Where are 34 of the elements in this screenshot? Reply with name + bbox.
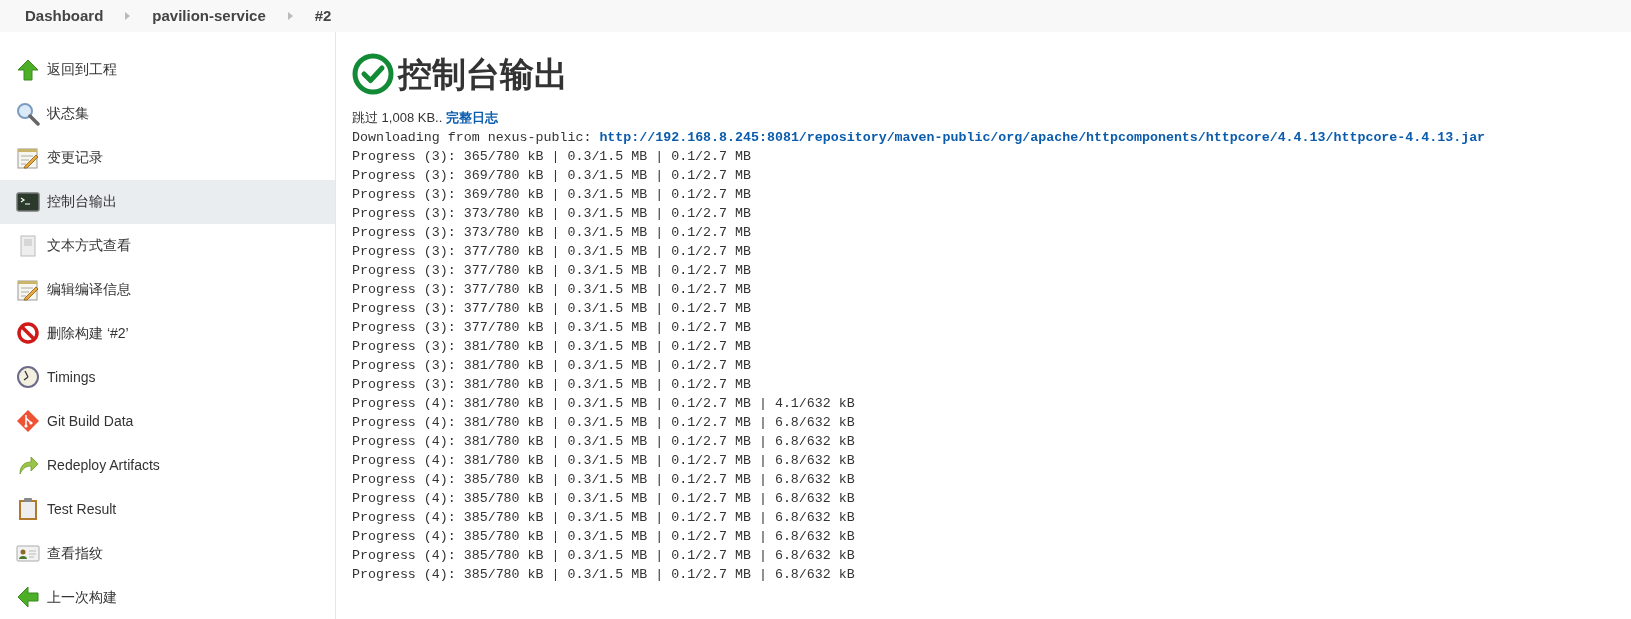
sidebar-item[interactable]: 变更记录 — [0, 135, 335, 180]
clock-icon — [16, 365, 40, 390]
sidebar-item[interactable]: Test Result — [0, 487, 335, 532]
console-output: Downloading from nexus-public: http://192.168.8.245:8081/repository/maven-public/org/apache/httpcomponents/httpcore/4.4.13/httpcore-4.4.13.jar Progress (3): 365/780 kB | 0.3/1.5 MB | 0.1/2.7 MB Progress (3): 369/780 kB | 0.3/1.5 MB | 0.1/2.7 MB Progress (3): 369/780 kB | 0.3/1.5 MB | 0.1/2.7 MB Progress (3): 373/780 kB | 0.3/1.5 MB | 0.1/2.7 MB Progress (3): 373/780 kB | 0.3/1.5 MB | 0.1/2.7 MB Progress (3): 377/780 kB | 0.3/1.5 MB | 0.1/2.7 MB Progress (3): 377/780 kB | 0.3/1.5 MB | 0.1/2.7 MB Progress (3): 377/780 kB | 0.3/1.5 MB | 0.1/2.7 MB Progress (3): 377/780 kB | 0.3/1.5 MB | 0.1/2.7 MB Progress (3): 377/780 kB | 0.3/1.5 MB | 0.1/2.7 MB Progress (3): 381/780 kB | 0.3/1.5 MB | 0.1/2.7 MB Progress (3): 381/780 kB | 0.3/1.5 MB | 0.1/2.7 MB Progress (3): 381/780 kB | 0.3/1.5 MB | 0.1/2.7 MB Progress (4): 381/780 kB | 0.3/1.5 MB | 0.1/2.7 MB | 4.1/632 kB Progress (4): 381/780 kB | 0.3/1.5 MB | 0.1/2.7 MB | 6.8/632 kB Progress (4): 381/780 kB | 0.3/1.5 MB | 0.1/2.7 MB | 6.8/632 kB Progress (4): 381/780 kB | 0.3/1.5 MB | 0.1/2.7 MB | 6.8/632 kB Progress (4): 385/780 kB | 0.3/1.5 MB | 0.1/2.7 MB | 6.8/632 kB Progress (4): 385/780 kB | 0.3/1.5 MB | 0.1/2.7 MB | 6.8/632 kB Progress (4): 385/780 kB | 0.3/1.5 MB | 0.1/2.7 MB | 6.8/632 kB Progress (4): 385/780 kB | 0.3/1.5 MB | 0.1/2.7 MB | 6.8/632 kB Progress (4): 385/780 kB | 0.3/1.5 MB | 0.1/2.7 MB | 6.8/632 kB Progress (4): 385/780 kB | 0.3/1.5 MB | 0.1/2.7 MB | 6.8/632 kB — [352, 129, 1487, 584]
notepad-pencil-icon — [16, 145, 40, 170]
clipboard-icon — [16, 497, 40, 522]
up-arrow-icon — [16, 57, 40, 82]
sidebar-item[interactable]: Redeploy Artifacts — [0, 443, 335, 488]
skipped-text: 跳过 1,008 KB.. — [352, 109, 443, 127]
search-icon — [16, 101, 40, 126]
chevron-icon — [287, 12, 293, 20]
sidebar-item[interactable]: 查看指纹 — [0, 531, 335, 576]
sidebar-item[interactable]: Git Build Data — [0, 399, 335, 444]
notepad-pencil-icon — [16, 277, 40, 302]
sidebar-item[interactable]: 删除构建 ‘#2’ — [0, 311, 335, 356]
sidebar-item[interactable]: 编辑编译信息 — [0, 267, 335, 312]
sidebar-item[interactable]: 返回到工程 — [0, 48, 335, 92]
artifact-link[interactable]: http://192.168.8.245:8081/repository/maven-public/org/apache/httpcomponents/httpcore/4.4.13/httpcore-4.4.13.jar — [599, 130, 1486, 145]
sidebar-item[interactable]: 状态集 — [0, 91, 335, 136]
sidebar-item[interactable]: 控制台输出 — [0, 179, 335, 224]
sidebar-item[interactable]: Timings — [0, 355, 335, 400]
page-title: 控制台输出 — [398, 57, 568, 91]
breadcrumb-link[interactable]: pavilion-service — [152, 4, 266, 28]
breadcrumb-link[interactable]: Dashboard — [25, 4, 104, 28]
prohibited-icon — [16, 321, 40, 346]
terminal-icon — [16, 189, 40, 214]
success-check-icon — [352, 53, 394, 95]
chevron-icon — [125, 12, 131, 20]
breadcrumb-link[interactable]: #2 — [314, 4, 332, 28]
git-icon — [16, 409, 40, 434]
left-arrow-icon — [16, 585, 40, 609]
full-log-link[interactable]: 完整日志 — [446, 108, 499, 128]
sidebar-item[interactable]: 上一次构建 — [0, 575, 335, 619]
sidebar-item[interactable]: 文本方式查看 — [0, 223, 335, 268]
